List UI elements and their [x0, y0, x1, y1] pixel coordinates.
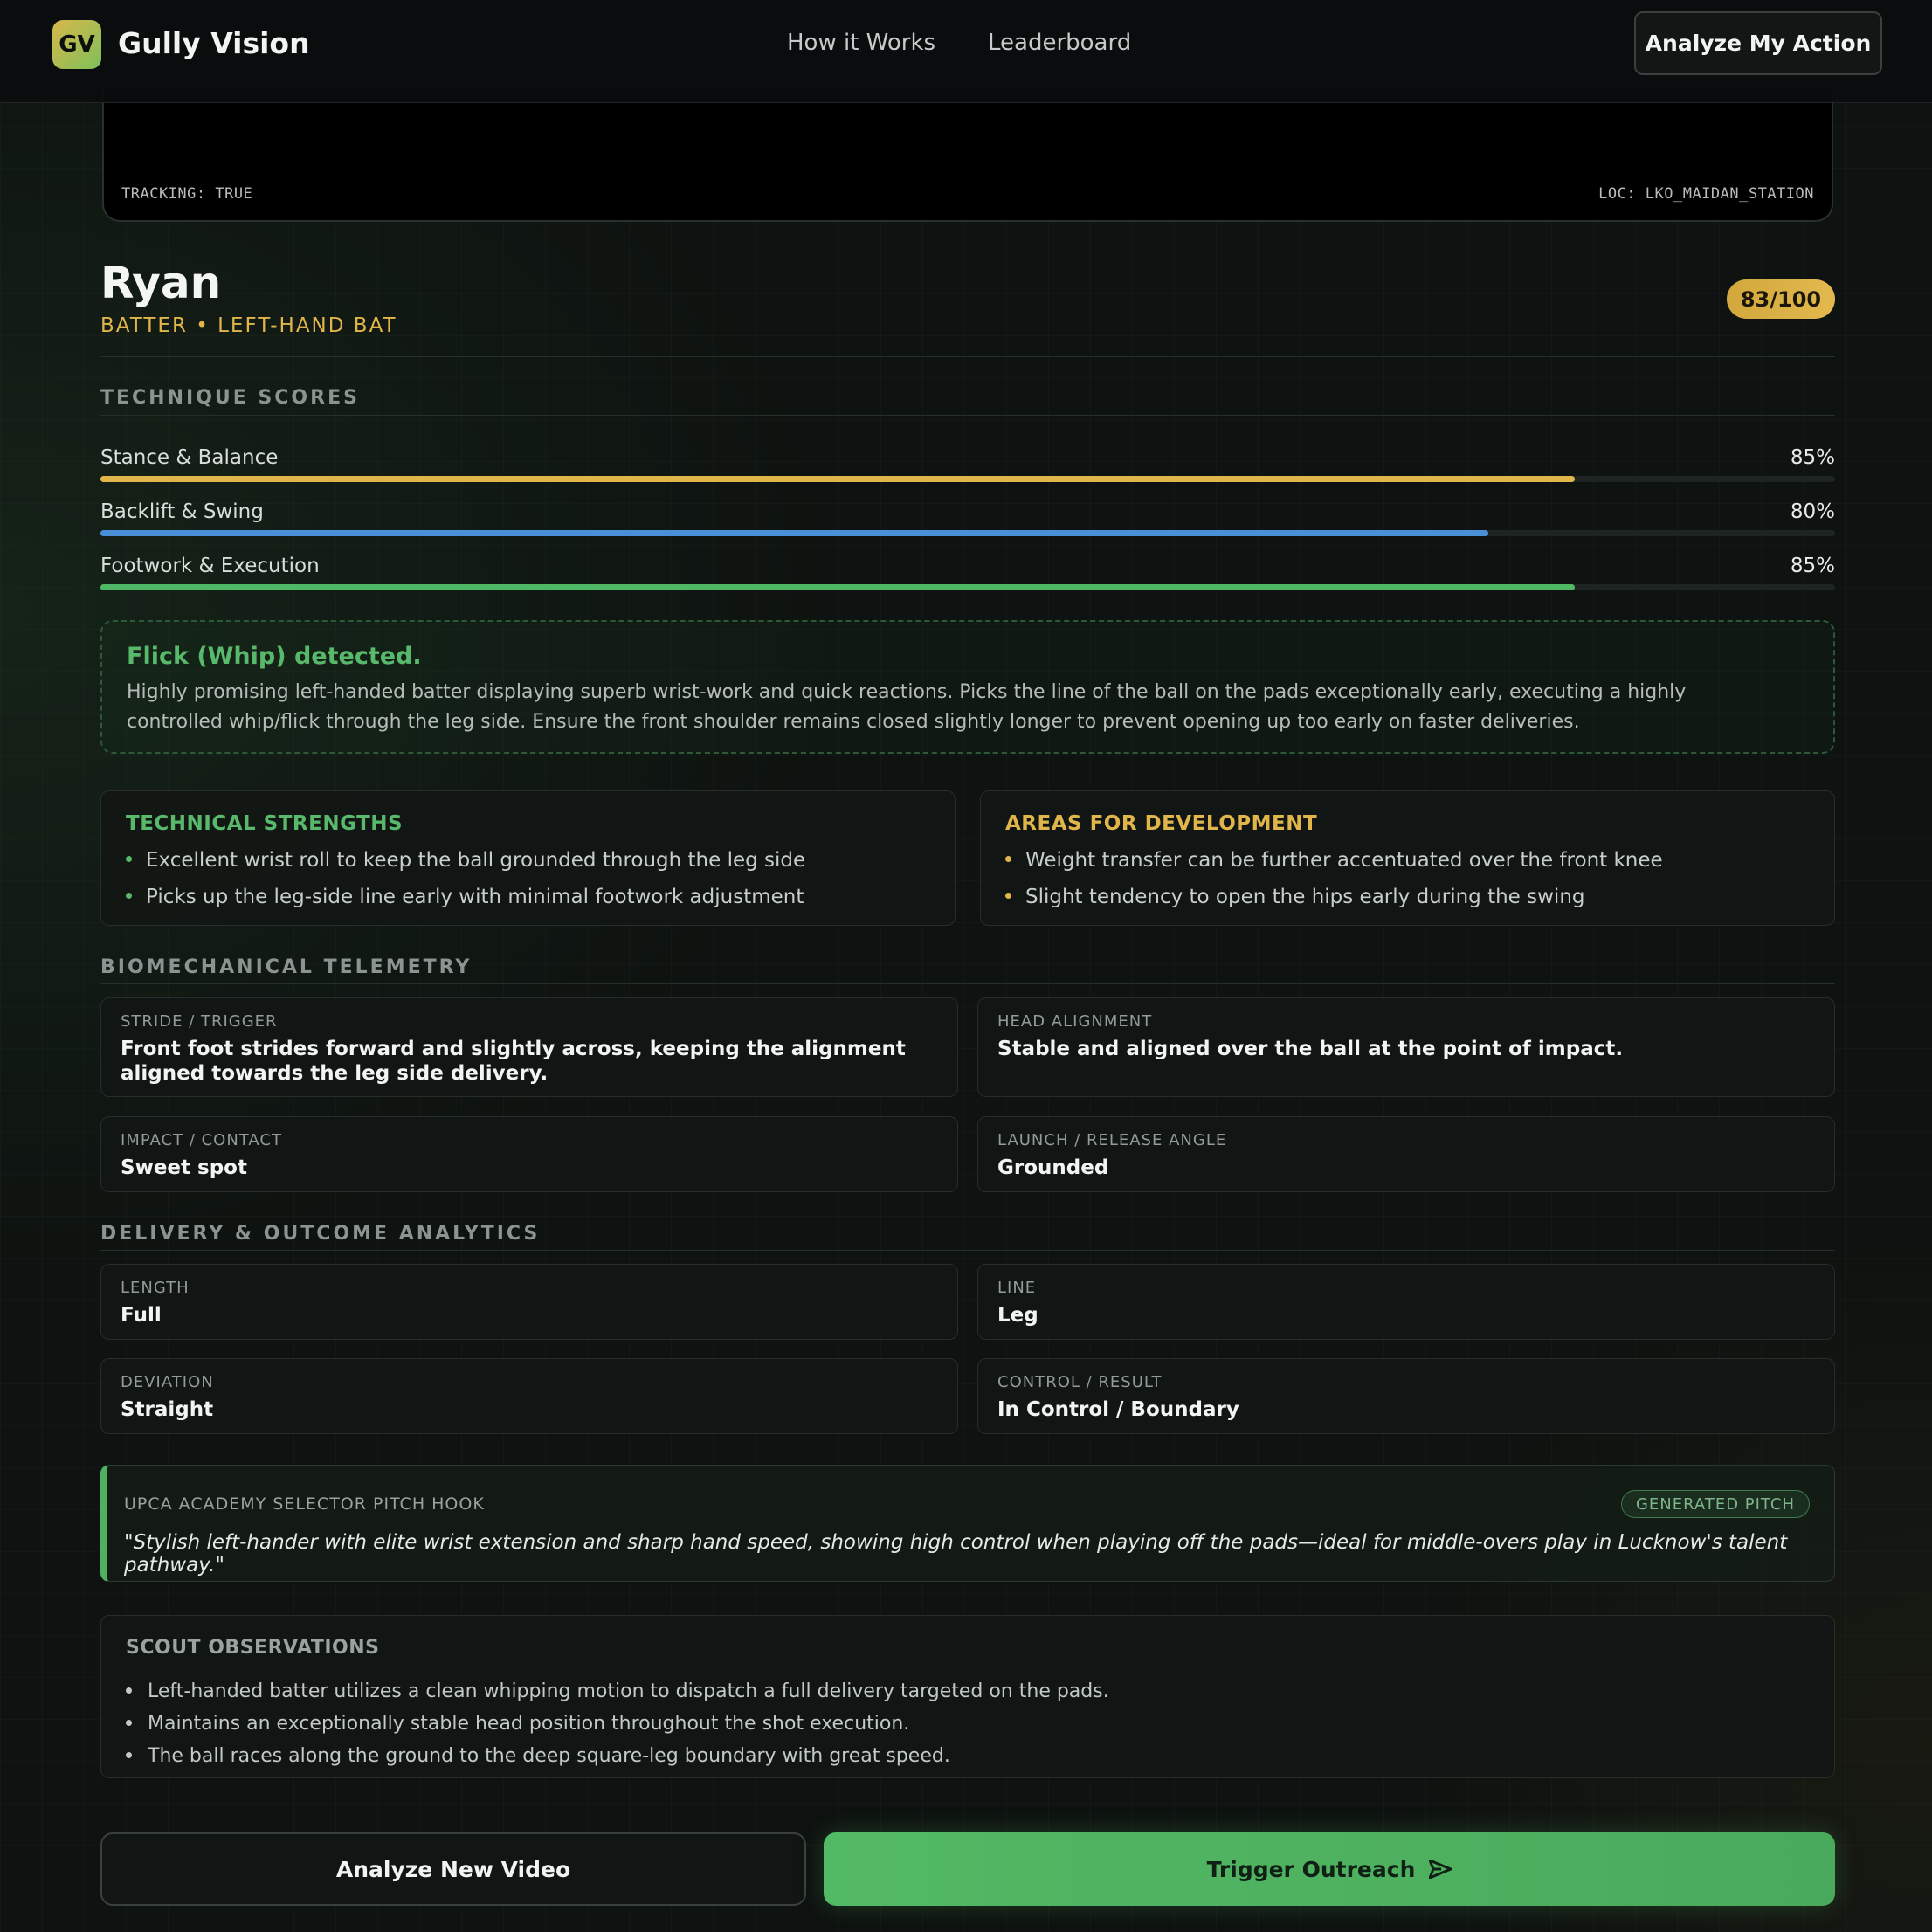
analyze-new-video-button[interactable]: Analyze New Video: [100, 1832, 806, 1906]
list-item: Slight tendency to open the hips early d…: [1005, 886, 1585, 908]
delivery-cell: DEVIATION Straight: [100, 1358, 958, 1434]
analyze-my-action-button[interactable]: Analyze My Action: [1634, 11, 1882, 75]
scout-heading: SCOUT OBSERVATIONS: [126, 1637, 380, 1659]
telemetry-cell: LAUNCH / RELEASE ANGLE Grounded: [977, 1116, 1835, 1192]
score-bar: [100, 530, 1835, 536]
selector-pitch-card: UPCA ACADEMY SELECTOR PITCH HOOK GENERAT…: [100, 1465, 1835, 1582]
brand-name[interactable]: Gully Vision: [118, 26, 310, 60]
top-nav-bar: GV Gully Vision How it Works Leaderboard…: [0, 0, 1932, 103]
score-bar-fill: [100, 476, 1576, 482]
score-label: Backlift & Swing: [100, 500, 264, 523]
telemetry-value: Grounded: [997, 1156, 1109, 1179]
technique-scores-heading: TECHNIQUE SCORES: [100, 387, 360, 409]
player-role: BATTER • LEFT-HAND BAT: [100, 314, 397, 337]
telemetry-heading: BIOMECHANICAL TELEMETRY: [100, 956, 473, 978]
divider: [100, 983, 1835, 984]
score-bar-fill: [100, 584, 1576, 590]
tracking-status: TRACKING: TRUE: [121, 185, 253, 203]
telemetry-label: LAUNCH / RELEASE ANGLE: [997, 1131, 1227, 1149]
bullet-icon: [126, 1719, 132, 1726]
score-percent: 85%: [1790, 555, 1835, 577]
delivery-label: LINE: [997, 1279, 1037, 1297]
send-icon: [1429, 1860, 1452, 1879]
delivery-value: Straight: [121, 1398, 214, 1421]
delivery-label: DEVIATION: [121, 1373, 214, 1391]
bullet-icon: [1005, 856, 1011, 862]
score-percent: 85%: [1790, 446, 1835, 469]
strengths-card: TECHNICAL STRENGTHS Excellent wrist roll…: [100, 790, 956, 926]
detected-shot-title: Flick (Whip) detected.: [127, 643, 422, 670]
telemetry-cell: STRIDE / TRIGGER Front foot strides forw…: [100, 997, 958, 1097]
list-item: Maintains an exceptionally stable head p…: [126, 1713, 909, 1735]
delivery-label: LENGTH: [121, 1279, 190, 1297]
telemetry-value: Sweet spot: [121, 1156, 247, 1179]
bullet-icon: [1005, 893, 1011, 899]
score-bar: [100, 476, 1835, 482]
list-item: Weight transfer can be further accentuat…: [1005, 849, 1663, 872]
telemetry-value: Stable and aligned over the ball at the …: [997, 1038, 1624, 1060]
shot-detection-card: Flick (Whip) detected. Highly promising …: [100, 620, 1835, 754]
overall-score-badge: 83/100: [1727, 279, 1835, 319]
player-name: Ryan: [100, 258, 222, 308]
delivery-value: Full: [121, 1304, 162, 1327]
delivery-label: CONTROL / RESULT: [997, 1373, 1163, 1391]
logo-text: GV: [59, 31, 95, 58]
list-item: The ball races along the ground to the d…: [126, 1745, 950, 1767]
list-item: Left-handed batter utilizes a clean whip…: [126, 1680, 1109, 1702]
pitch-quote: "Stylish left-hander with elite wrist ex…: [124, 1531, 1788, 1577]
nav-how-it-works[interactable]: How it Works: [787, 30, 935, 56]
telemetry-label: STRIDE / TRIGGER: [121, 1012, 278, 1031]
delivery-value: In Control / Boundary: [997, 1398, 1239, 1421]
pitch-label: UPCA ACADEMY SELECTOR PITCH HOOK: [124, 1494, 485, 1514]
list-item: Picks up the leg-side line early with mi…: [126, 886, 804, 908]
telemetry-label: IMPACT / CONTACT: [121, 1131, 282, 1149]
delivery-cell: CONTROL / RESULT In Control / Boundary: [977, 1358, 1835, 1434]
delivery-value: Leg: [997, 1304, 1038, 1327]
telemetry-cell: HEAD ALIGNMENT Stable and aligned over t…: [977, 997, 1835, 1097]
detected-shot-summary: Highly promising left-handed batter disp…: [127, 681, 1687, 733]
development-heading: AREAS FOR DEVELOPMENT: [1005, 812, 1318, 835]
nav-leaderboard[interactable]: Leaderboard: [988, 30, 1131, 56]
delivery-cell: LENGTH Full: [100, 1264, 958, 1340]
bullet-icon: [126, 856, 132, 862]
score-bar: [100, 584, 1835, 590]
score-label: Stance & Balance: [100, 446, 279, 469]
divider: [100, 356, 1835, 357]
location-tag: LOC: LKO_MAIDAN_STATION: [1598, 185, 1814, 203]
bullet-icon: [126, 1751, 132, 1758]
scout-observations-card: SCOUT OBSERVATIONS Left-handed batter ut…: [100, 1615, 1835, 1778]
strengths-heading: TECHNICAL STRENGTHS: [126, 812, 404, 835]
delivery-cell: LINE Leg: [977, 1264, 1835, 1340]
generated-pitch-badge: GENERATED PITCH: [1620, 1490, 1810, 1518]
bullet-icon: [126, 1687, 132, 1694]
list-item: Excellent wrist roll to keep the ball gr…: [126, 849, 805, 872]
telemetry-label: HEAD ALIGNMENT: [997, 1012, 1153, 1031]
divider: [100, 1250, 1835, 1251]
logo-icon[interactable]: GV: [52, 20, 101, 69]
score-percent: 80%: [1790, 500, 1835, 523]
score-bar-fill: [100, 530, 1488, 536]
trigger-outreach-button[interactable]: Trigger Outreach: [824, 1832, 1835, 1906]
development-card: AREAS FOR DEVELOPMENT Weight transfer ca…: [980, 790, 1835, 926]
telemetry-value: Front foot strides forward and slightly …: [121, 1038, 906, 1085]
video-player[interactable]: TRACKING: TRUE LOC: LKO_MAIDAN_STATION: [102, 87, 1833, 222]
divider: [100, 415, 1835, 416]
score-label: Footwork & Execution: [100, 555, 320, 577]
delivery-heading: DELIVERY & OUTCOME ANALYTICS: [100, 1223, 541, 1245]
bullet-icon: [126, 893, 132, 899]
telemetry-cell: IMPACT / CONTACT Sweet spot: [100, 1116, 958, 1192]
